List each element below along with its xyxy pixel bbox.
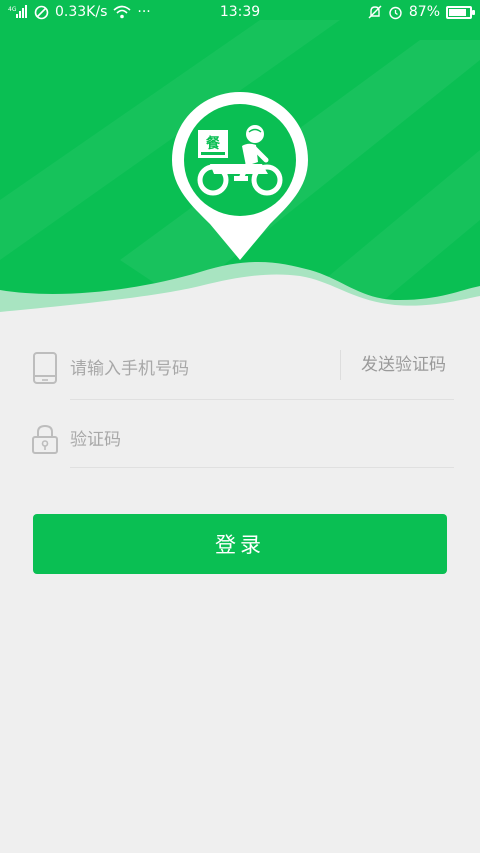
divider bbox=[70, 467, 454, 468]
phone-row: 发送验证码 bbox=[30, 330, 454, 400]
lock-icon bbox=[30, 422, 60, 456]
status-bar: 4G 0.33K/s ··· 13:39 87% bbox=[0, 0, 480, 26]
bell-muted-icon bbox=[368, 5, 382, 20]
send-code-button[interactable]: 发送验证码 bbox=[361, 350, 446, 380]
code-input[interactable] bbox=[70, 425, 370, 455]
battery-percent: 87% bbox=[408, 4, 440, 20]
network-speed: 0.33K/s bbox=[55, 4, 108, 20]
phone-input[interactable] bbox=[70, 354, 330, 384]
login-button[interactable]: 登录 bbox=[33, 514, 447, 574]
no-disturb-icon bbox=[34, 5, 49, 20]
signal-icon: 4G bbox=[8, 5, 28, 19]
battery-fill bbox=[449, 8, 467, 16]
logo-badge-char: 餐 bbox=[205, 135, 221, 152]
wifi-icon bbox=[113, 5, 131, 19]
alarm-icon bbox=[388, 5, 403, 20]
input-separator bbox=[340, 350, 341, 380]
more-indicator: ··· bbox=[137, 4, 151, 20]
battery-icon bbox=[446, 5, 475, 19]
phone-icon bbox=[30, 350, 60, 386]
delivery-rider-pin-icon: 餐 bbox=[170, 90, 310, 262]
header-banner: 4G 0.33K/s ··· 13:39 87% 餐 bbox=[0, 0, 480, 320]
code-row bbox=[30, 398, 454, 468]
network-type: 4G bbox=[8, 6, 17, 13]
